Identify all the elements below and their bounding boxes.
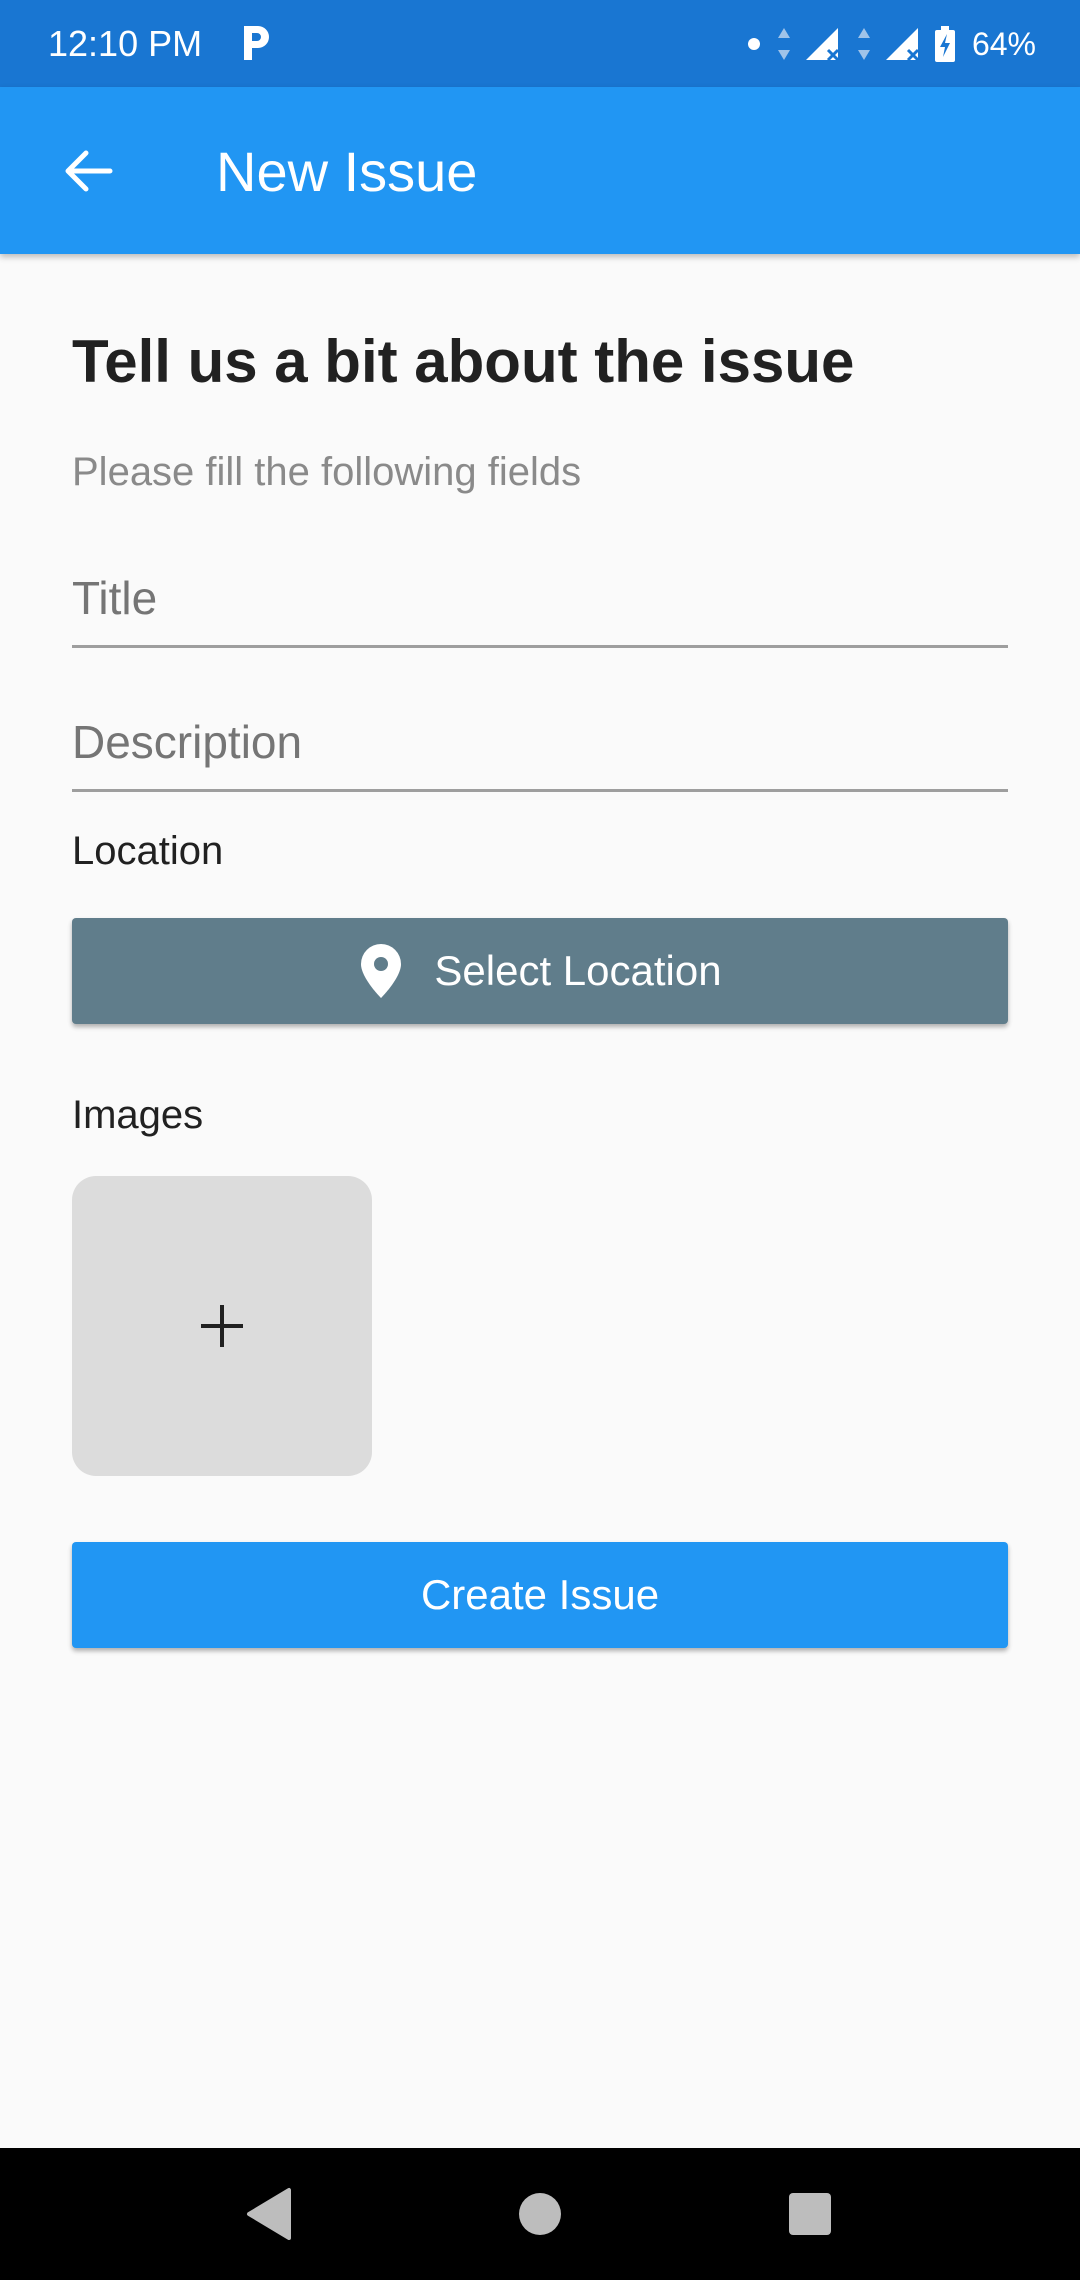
plus-icon <box>201 1305 243 1347</box>
dot-icon <box>747 38 760 50</box>
battery-percent: 64% <box>971 25 1036 62</box>
nav-recents-button[interactable] <box>766 2170 854 2258</box>
status-time: 12:10 PM <box>48 23 203 64</box>
parking-app-icon <box>244 26 269 60</box>
location-label: Location <box>72 829 224 873</box>
back-button[interactable] <box>40 123 136 219</box>
signal-x-icon <box>805 28 840 62</box>
add-image-button[interactable] <box>72 1176 372 1476</box>
nav-home-button[interactable] <box>496 2170 584 2258</box>
signal-x-icon <box>885 28 920 62</box>
select-location-label: Select Location <box>434 947 722 994</box>
app-bar: New Issue <box>0 87 1080 254</box>
data-arrows-icon <box>777 28 790 60</box>
form-subheading: Please fill the following fields <box>72 450 582 494</box>
create-issue-button[interactable]: Create Issue <box>72 1542 1008 1648</box>
status-icons: 64% <box>744 22 1036 66</box>
back-triangle-icon <box>247 2188 291 2240</box>
arrow-left-icon <box>65 150 113 192</box>
description-field <box>72 682 1008 792</box>
recents-square-icon <box>789 2193 831 2235</box>
data-arrows-icon <box>857 28 870 60</box>
form-heading: Tell us a bit about the issue <box>72 328 855 395</box>
nav-back-button[interactable] <box>226 2170 314 2258</box>
home-circle-icon <box>519 2193 561 2235</box>
map-pin-icon <box>361 944 402 998</box>
select-location-button[interactable]: Select Location <box>72 918 1008 1024</box>
battery-charging-icon <box>934 26 955 62</box>
title-field <box>72 538 1008 648</box>
page-title: New Issue <box>216 140 478 203</box>
images-label: Images <box>72 1093 204 1137</box>
description-input[interactable] <box>72 715 1008 769</box>
status-bar: 12:10 PM 64% <box>0 0 1080 87</box>
title-input[interactable] <box>72 571 1008 625</box>
system-nav-bar <box>0 2148 1080 2280</box>
